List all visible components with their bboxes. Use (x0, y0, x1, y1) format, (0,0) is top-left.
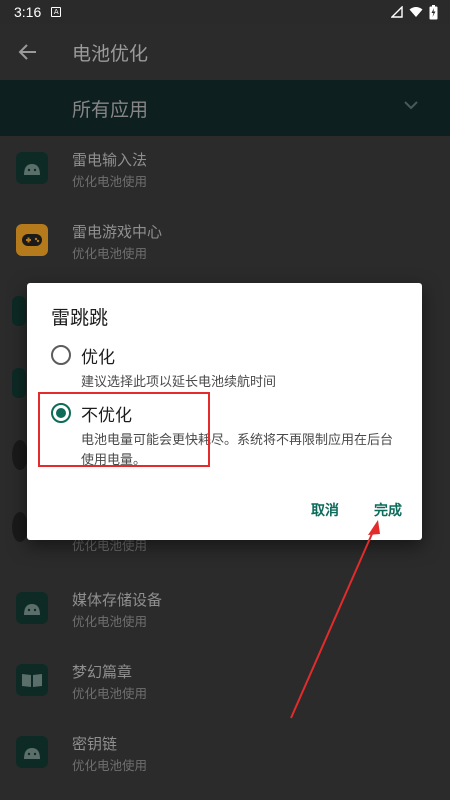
annotation-arrow-icon (290, 520, 380, 719)
